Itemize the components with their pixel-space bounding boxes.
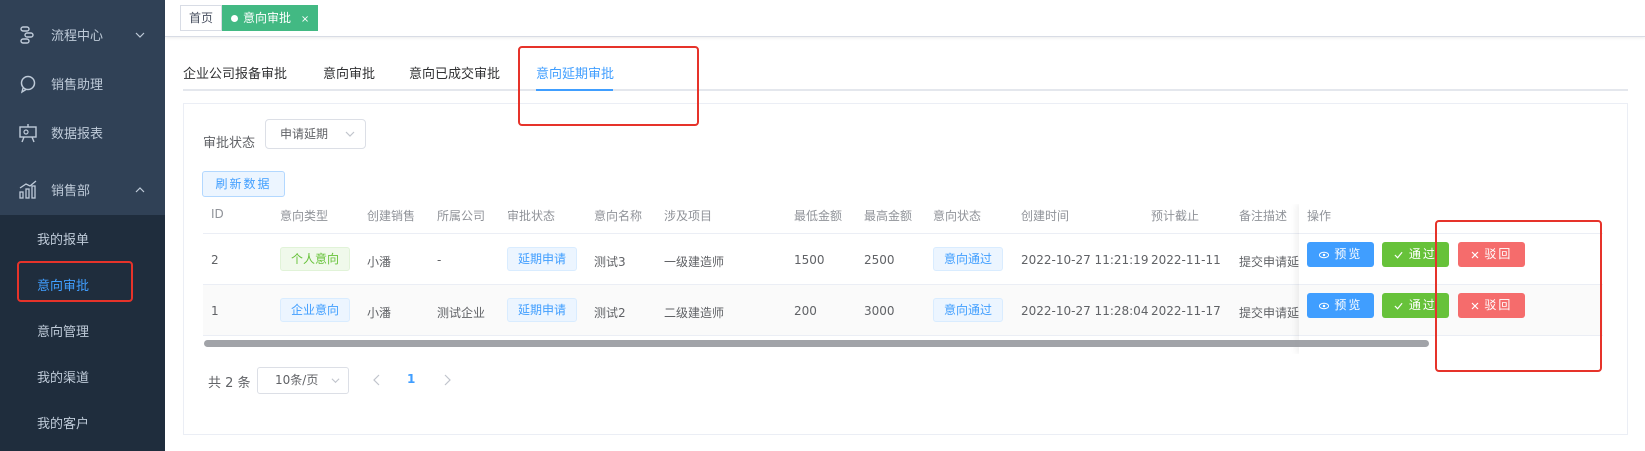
- cell-intent-name: 测试3: [594, 255, 626, 269]
- eye-icon: [1318, 251, 1329, 259]
- cell-project: 二级建造师: [664, 306, 725, 320]
- tag-label: 意向审批: [243, 11, 292, 25]
- column-header: 最低金额: [794, 209, 843, 223]
- cell-company: 测试企业: [437, 306, 486, 320]
- tags-view: 首页 意向审批 ×: [165, 0, 1645, 37]
- menu-item-sales-assistant[interactable]: 销售助理: [0, 58, 165, 109]
- button-label: 通过: [1408, 298, 1437, 312]
- button-label: 通过: [1408, 247, 1437, 261]
- chevron-left-icon[interactable]: [372, 374, 382, 386]
- column-header: 审批状态: [507, 209, 556, 223]
- cell-max-amount: 2500: [864, 253, 895, 267]
- chevron-up-icon: [135, 186, 145, 192]
- horizontal-scrollbar[interactable]: [204, 340, 1429, 347]
- check-icon: [1394, 251, 1403, 259]
- sub-item-my-channels[interactable]: 我的渠道: [0, 353, 165, 399]
- cell-min-amount: 200: [794, 304, 817, 318]
- chevron-down-icon: [345, 131, 355, 137]
- flow-icon: [20, 25, 34, 44]
- menu-item-flow-center[interactable]: 流程中心: [0, 9, 165, 60]
- chat-bubble-icon: [20, 75, 36, 94]
- cell-created-time: 2022-10-27 11:28:04: [1021, 304, 1149, 318]
- menu-label: 销售部: [51, 184, 91, 199]
- sub-item-intent-management[interactable]: 意向管理: [0, 307, 165, 353]
- cell-id: 2: [211, 253, 219, 267]
- page-number-current[interactable]: 1: [407, 372, 415, 386]
- cell-project: 一级建造师: [664, 255, 725, 269]
- cell-sales: 小潘: [367, 306, 392, 320]
- cell-min-amount: 1500: [794, 253, 825, 267]
- chevron-down-icon: [135, 32, 145, 38]
- column-header: 涉及项目: [664, 209, 713, 223]
- chevron-right-icon[interactable]: [442, 374, 452, 386]
- refresh-data-button[interactable]: 刷新数据: [202, 171, 285, 197]
- cell-deadline: 2022-11-17: [1151, 304, 1221, 318]
- button-label: 预览: [1334, 298, 1363, 312]
- tab-intent-deal-approval[interactable]: 意向已成交审批: [409, 63, 500, 82]
- intent-type-tag: 企业意向: [280, 298, 351, 322]
- page-size-value: 10条/页: [275, 373, 319, 387]
- sales-dept-submenu: 我的报单 意向审批 意向管理 我的渠道 我的客户: [0, 215, 165, 451]
- cell-sales: 小潘: [367, 255, 392, 269]
- preview-button[interactable]: 预览: [1307, 293, 1374, 318]
- approval-tabs: 企业公司报备审批 意向审批 意向已成交审批 意向延期审批: [183, 53, 1628, 91]
- column-header: 备注描述: [1239, 209, 1288, 223]
- approval-status-select[interactable]: 申请延期: [265, 119, 366, 149]
- intent-status-tag: 意向通过: [933, 298, 1004, 322]
- column-header: 最高金额: [864, 209, 913, 223]
- sidebar: 流程中心 销售助理 数据报表 销售部 我的报单 意向审批 意向管理 我的渠道 我…: [0, 0, 165, 451]
- column-header: 所属公司: [437, 209, 486, 223]
- tag-intent-approval[interactable]: 意向审批 ×: [222, 5, 319, 31]
- column-header: 创建时间: [1021, 209, 1070, 223]
- menu-item-sales-dept[interactable]: 销售部: [0, 164, 165, 215]
- column-header: 意向状态: [933, 209, 982, 223]
- presentation-chart-icon: [19, 123, 37, 142]
- button-label: 预览: [1334, 247, 1363, 261]
- approval-status-tag: 延期申请: [507, 298, 578, 322]
- column-header: ID: [211, 207, 224, 221]
- menu-item-data-report[interactable]: 数据报表: [0, 107, 165, 158]
- page-size-select[interactable]: 10条/页: [257, 367, 349, 394]
- active-dot-icon: [231, 15, 238, 22]
- menu-label: 流程中心: [51, 29, 104, 44]
- filter-label: 审批状态: [203, 136, 256, 151]
- tag-home[interactable]: 首页: [180, 5, 223, 31]
- highlight-box: [17, 261, 133, 302]
- select-value: 申请延期: [280, 127, 329, 141]
- chevron-down-icon: [331, 378, 340, 384]
- bar-chart-icon: [19, 180, 37, 199]
- cell-company: -: [437, 253, 442, 267]
- intent-type-tag: 个人意向: [280, 247, 351, 271]
- check-icon: [1394, 302, 1403, 310]
- tab-intent-approval[interactable]: 意向审批: [323, 63, 375, 82]
- column-header: 意向名称: [594, 209, 643, 223]
- cell-deadline: 2022-11-11: [1151, 253, 1221, 267]
- content-card: 审批状态 申请延期 刷新数据 ID 意向类型 创建销售 所属公司 审批状态 意向…: [183, 103, 1628, 435]
- sub-item-my-customers[interactable]: 我的客户: [0, 399, 165, 445]
- cell-max-amount: 3000: [864, 304, 895, 318]
- menu-label: 数据报表: [51, 127, 104, 142]
- cell-intent-name: 测试2: [594, 306, 626, 320]
- highlight-box: [518, 46, 699, 126]
- tag-label: 首页: [189, 11, 214, 25]
- close-icon[interactable]: ×: [301, 14, 309, 25]
- highlight-box: [1435, 220, 1602, 372]
- column-header: 操作: [1307, 209, 1332, 223]
- eye-icon: [1318, 302, 1329, 310]
- intent-status-tag: 意向通过: [933, 247, 1004, 271]
- approval-status-tag: 延期申请: [507, 247, 578, 271]
- column-header: 意向类型: [280, 209, 329, 223]
- cell-id: 1: [211, 304, 219, 318]
- pagination-total: 共 2 条: [208, 376, 251, 391]
- menu-label: 销售助理: [51, 78, 104, 93]
- sub-item-my-orders[interactable]: 我的报单: [0, 215, 165, 261]
- column-header: 预计截止: [1151, 209, 1200, 223]
- preview-button[interactable]: 预览: [1307, 242, 1374, 267]
- column-header: 创建销售: [367, 209, 416, 223]
- cell-created-time: 2022-10-27 11:21:19: [1021, 253, 1149, 267]
- tab-enterprise-report[interactable]: 企业公司报备审批: [183, 63, 287, 82]
- extension-table: ID 意向类型 创建销售 所属公司 审批状态 意向名称 涉及项目 最低金额 最高…: [203, 204, 1603, 354]
